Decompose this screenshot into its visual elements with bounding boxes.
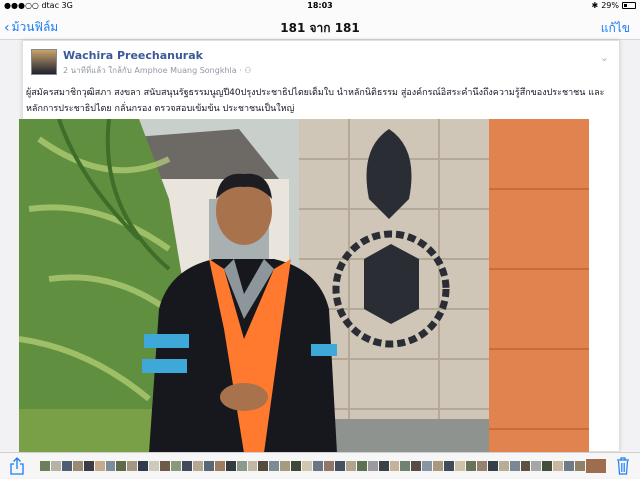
post-text: ผู้สมัครสมาชิกวุฒิสภา สงขลา สนับสนุนรัฐธ…	[26, 88, 605, 114]
thumbnail-strip[interactable]	[40, 459, 606, 473]
post-photo[interactable]	[19, 119, 589, 453]
post-author[interactable]: Wachira Preechanurak	[63, 49, 203, 62]
trash-icon[interactable]	[616, 457, 630, 479]
edit-button[interactable]: แก้ไข	[601, 19, 630, 38]
chevron-down-icon[interactable]: ⌄	[600, 51, 609, 64]
avatar[interactable]	[31, 49, 57, 75]
graduation-photo	[19, 119, 589, 453]
share-icon[interactable]	[10, 457, 24, 479]
status-bar: ●●●○○ dtac 3G 18:03 ✱ 29%	[0, 0, 640, 12]
nav-bar: ‹ ม้วนฟิล์ม 181 จาก 181 แก้ไข	[0, 12, 640, 40]
bottom-toolbar	[0, 452, 640, 478]
bluetooth-icon: ✱	[591, 1, 599, 10]
post-meta: 2 นาทีที่แล้ว ใกล้กับ Amphoe Muang Songk…	[63, 66, 252, 75]
status-right: ✱ 29%	[592, 1, 636, 10]
facebook-post-card: Wachira Preechanurak 2 นาทีที่แล้ว ใกล้ก…	[19, 40, 620, 453]
page-title: 181 จาก 181	[280, 21, 360, 35]
battery-percent: 29%	[601, 1, 619, 10]
battery-icon	[622, 2, 636, 9]
clock: 18:03	[307, 1, 333, 10]
